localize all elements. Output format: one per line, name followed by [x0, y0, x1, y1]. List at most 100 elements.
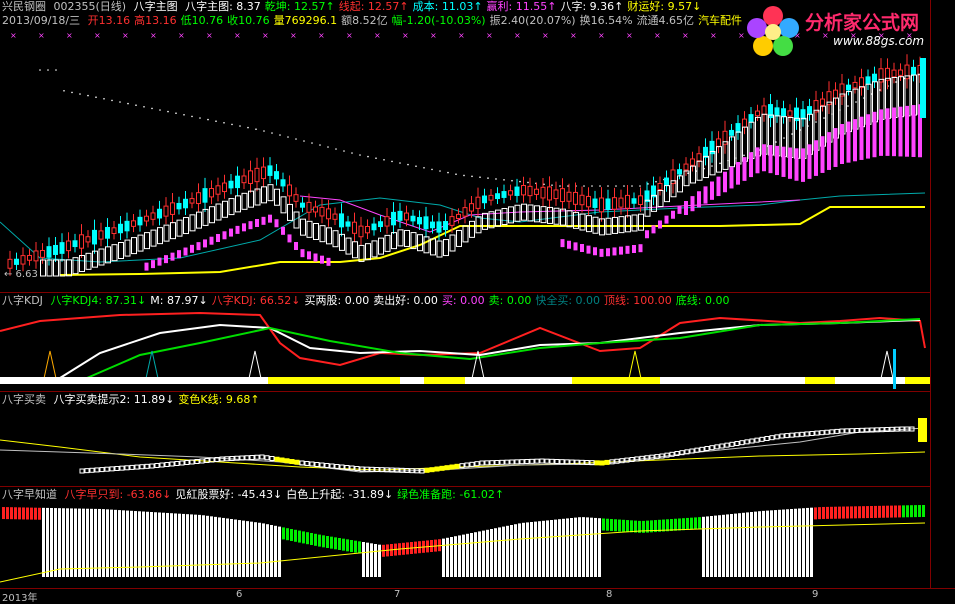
trend-dot: [223, 122, 225, 124]
trend-dot: [439, 170, 441, 172]
early-bar: [818, 507, 821, 520]
marker-x: ×: [486, 31, 493, 40]
logo-url: www.88gs.com: [833, 34, 925, 48]
magenta-bar: [313, 253, 318, 262]
trend-dot: [639, 185, 641, 187]
trend-dot: [303, 140, 305, 142]
band-box: [391, 232, 397, 250]
trade-candle: [529, 458, 535, 464]
early-bar: [210, 516, 213, 577]
band-box: [118, 242, 124, 259]
band-box: [404, 229, 410, 247]
candle-body: [716, 138, 721, 147]
candle-body: [7, 258, 13, 269]
early-bar: [290, 529, 293, 541]
candle-body: [124, 220, 130, 232]
stock-name: 兴民钢圈: [2, 0, 46, 13]
trade-candle: [774, 434, 780, 440]
magenta-bar: [268, 214, 272, 223]
early-bar: [154, 512, 157, 577]
candle-body: [833, 89, 838, 99]
trade-candle: [204, 458, 210, 463]
early-chart: [0, 505, 926, 583]
kdj-pane[interactable]: 八字KDJ 八字KDJ4: 87.31↓ M: 87.97↓ 八字KDJ: 66.5…: [0, 293, 930, 392]
trade-signal-pane[interactable]: 八字买卖 八字买卖提示2: 11.89↓ 变色K线: 9.68↑: [0, 392, 930, 487]
early-bar: [262, 523, 265, 577]
candle-body: [742, 118, 747, 128]
trend-dot: [127, 102, 129, 105]
candle-body: [248, 170, 253, 184]
indicator-value: 买: 0.00: [441, 294, 485, 307]
magenta-bar: [814, 140, 818, 176]
early-warning-pane[interactable]: 八字早知道 八字早只到: -63.86↓ 见紅股票好: -45.43↓ 白色上升起:…: [0, 487, 930, 588]
candle-body: [605, 198, 611, 211]
candle-body: [495, 193, 500, 200]
early-bar: [78, 508, 81, 577]
magenta-bar: [677, 205, 682, 214]
trade-candle: [119, 465, 125, 471]
magenta-bar: [151, 260, 155, 269]
trade-candle: [494, 460, 500, 465]
trend-dot: [263, 130, 265, 132]
early-bar: [238, 520, 241, 577]
x-axis: 2013年 6 7 8 9: [0, 588, 955, 604]
early-bar: [710, 516, 713, 577]
early-bar: [314, 533, 317, 546]
early-bar: [478, 531, 481, 577]
magenta-bar: [755, 147, 760, 174]
magenta-bar: [749, 152, 753, 178]
trade-candle: [264, 455, 270, 461]
trade-candle: [794, 432, 800, 438]
band-box: [443, 239, 449, 257]
trend-dot: [255, 128, 257, 130]
early-bar: [726, 514, 729, 577]
early-bar: [310, 533, 313, 545]
early-bar: [338, 538, 341, 550]
early-bar: [234, 519, 237, 577]
indicator-value: 低10.76: [180, 14, 224, 27]
magenta-bar: [710, 181, 714, 200]
trade-candle: [889, 426, 895, 432]
band-box: [287, 203, 293, 221]
magenta-bar: [651, 225, 656, 234]
early-header: 八字早知道 八字早只到: -63.86↓ 见紅股票好: -45.43↓ 白色上升起:…: [2, 488, 512, 501]
kdj-band-yellow: [424, 377, 465, 384]
trend-dot: [423, 167, 425, 169]
indicator-value: 绿色准备跑: -61.02↑: [397, 488, 505, 501]
trend-dot: [559, 185, 561, 187]
early-bar: [850, 506, 853, 519]
candle-body: [891, 69, 897, 78]
early-bar: [270, 525, 273, 577]
band-box: [124, 239, 131, 257]
early-bar: [6, 507, 9, 520]
trade-candle: [249, 455, 255, 460]
trend-dot: [71, 91, 73, 94]
trade-candle: [839, 428, 845, 434]
x-axis-label-6: 6: [236, 589, 243, 600]
early-bar: [894, 505, 897, 518]
early-bar: [918, 505, 921, 518]
candle-body: [872, 73, 877, 82]
candle-body: [787, 110, 793, 117]
candle-body: [781, 108, 786, 118]
indicator-value: 成本: 11.03↑: [412, 0, 483, 13]
magenta-bar: [320, 255, 324, 264]
band-box: [345, 237, 352, 255]
early-bar: [98, 508, 101, 577]
magenta-bar: [827, 132, 831, 170]
magenta-bar: [573, 242, 578, 251]
trade-candle: [804, 431, 810, 437]
early-bar: [778, 509, 781, 577]
early-bar: [74, 508, 77, 577]
early-bar: [586, 517, 589, 577]
candle-body: [176, 202, 182, 210]
early-bar: [10, 507, 13, 520]
candle-body: [748, 114, 754, 123]
early-bar: [442, 538, 445, 577]
early-bar: [542, 520, 545, 577]
trade-candle: [244, 455, 250, 461]
trade-candle: [129, 464, 135, 470]
trade-candle: [149, 463, 155, 469]
trade-candle: [134, 464, 140, 470]
trade-candle: [559, 459, 565, 465]
